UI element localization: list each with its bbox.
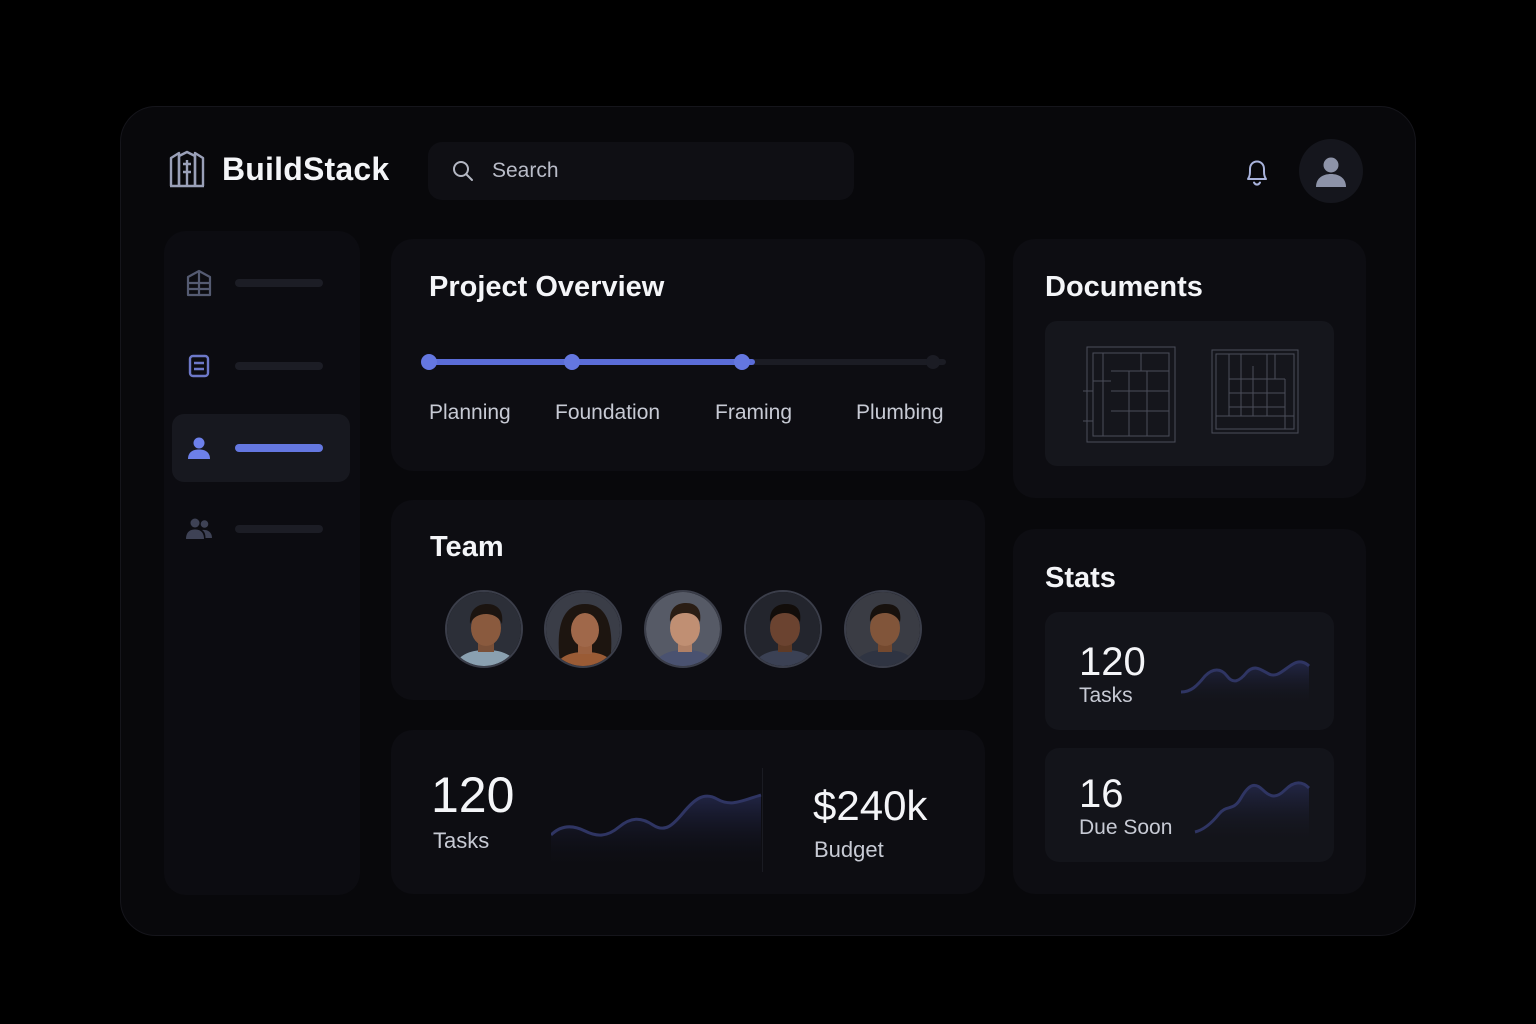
stat-value: 120 [1079, 640, 1146, 684]
member-portrait [846, 592, 920, 666]
sidebar-item-profile[interactable] [172, 414, 350, 482]
stage-label-plumbing: Plumbing [856, 401, 944, 424]
search-input[interactable] [492, 159, 812, 183]
team-member-avatar[interactable] [844, 590, 922, 668]
team-icon [186, 518, 212, 539]
stat-sparkline [1181, 660, 1311, 706]
member-portrait [746, 592, 820, 666]
card-title: Stats [1045, 562, 1116, 594]
member-portrait [546, 592, 620, 666]
sidebar-item-label-placeholder [235, 525, 323, 533]
team-card: Team [391, 500, 985, 700]
member-portrait [447, 592, 521, 666]
sidebar-item-projects[interactable] [172, 249, 350, 317]
card-title: Project Overview [429, 271, 665, 303]
member-portrait [646, 592, 720, 666]
team-member-avatar[interactable] [445, 590, 523, 668]
bell-icon [1247, 160, 1267, 186]
blueprint-thumbnails [1083, 346, 1299, 443]
documents-preview-panel [1045, 321, 1334, 466]
team-member-avatar[interactable] [544, 590, 622, 668]
budget-value: $240k [813, 782, 928, 829]
stage-dot-plumbing[interactable] [926, 355, 940, 369]
project-overview-card: Project Overview Planning Foundation Fra… [391, 239, 985, 471]
sidebar-item-team[interactable] [172, 495, 350, 563]
user-icon [188, 437, 210, 459]
stat-sparkline [1194, 781, 1311, 844]
user-icon [1316, 157, 1346, 187]
tasks-label: Tasks [433, 828, 490, 853]
brand-name: BuildStack [222, 150, 390, 187]
blueprint-thumbnail[interactable] [1083, 346, 1176, 443]
sidebar-item-label-placeholder [235, 362, 323, 370]
stage-label-planning: Planning [429, 401, 511, 424]
metrics-divider [762, 768, 763, 872]
search-bar[interactable] [428, 142, 854, 200]
tasks-sparkline [551, 793, 762, 870]
stat-label: Due Soon [1079, 816, 1173, 839]
sidebar-item-label-placeholder [235, 279, 323, 287]
documents-card: Documents [1013, 239, 1366, 498]
stage-dot-foundation[interactable] [564, 354, 580, 370]
stage-label-foundation: Foundation [555, 401, 661, 424]
metrics-card: 120 Tasks $240k Budget [391, 730, 985, 894]
profile-avatar-button[interactable] [1299, 139, 1363, 203]
stat-tile-tasks[interactable]: 120 Tasks [1045, 612, 1334, 730]
stats-card: Stats 120 Tasks 16 Due Soon [1013, 529, 1366, 894]
card-title: Documents [1045, 271, 1203, 303]
document-icon [188, 354, 210, 378]
building-icon [169, 150, 205, 188]
stage-dot-framing[interactable] [734, 354, 750, 370]
tasks-value: 120 [431, 767, 515, 823]
building-icon [186, 269, 212, 297]
stage-progress-track [421, 354, 946, 370]
budget-label: Budget [814, 837, 884, 862]
sidebar-item-documents[interactable] [172, 332, 350, 400]
card-title: Team [430, 531, 504, 563]
brand-logo[interactable]: BuildStack [168, 150, 389, 188]
search-icon [453, 161, 473, 181]
blueprint-thumbnail[interactable] [1211, 349, 1299, 434]
team-member-avatar[interactable] [644, 590, 722, 668]
team-member-avatar[interactable] [744, 590, 822, 668]
stage-dot-planning[interactable] [421, 354, 437, 370]
stat-value: 16 [1079, 772, 1124, 816]
notifications-button[interactable] [1240, 155, 1274, 189]
sidebar [164, 231, 360, 895]
stage-label-framing: Framing [715, 401, 793, 424]
stat-label: Tasks [1079, 684, 1133, 707]
sidebar-item-label-placeholder [235, 444, 323, 452]
stat-tile-due-soon[interactable]: 16 Due Soon [1045, 748, 1334, 862]
